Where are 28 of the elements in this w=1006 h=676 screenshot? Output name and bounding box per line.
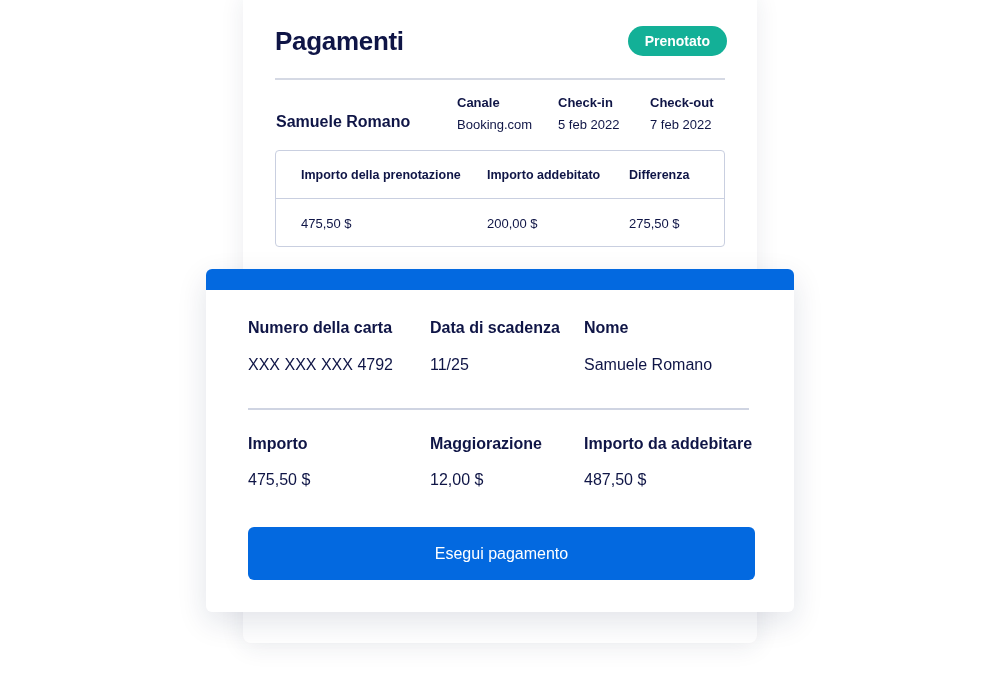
table-cell-text: 475,50 $ (301, 215, 353, 231)
pay-button[interactable]: Esegui pagamento (248, 527, 755, 580)
page-title: Pagamenti (275, 26, 404, 56)
field-value: 475,50 $ (248, 470, 312, 490)
table-cell-text: 200,00 $ (487, 215, 539, 231)
field-label: Data di scadenza (430, 318, 561, 338)
field-label: Maggiorazione (430, 434, 543, 454)
field-value: 487,50 $ (584, 470, 648, 490)
field-label: Numero della carta (248, 318, 394, 338)
table-header-cell-text: Importo addebitato (487, 167, 602, 182)
detail-value: 5 feb 2022 (558, 116, 621, 134)
table-cell-text: 275,50 $ (629, 215, 681, 231)
status-badge: Prenotato (627, 26, 727, 56)
detail-label: Check-out (650, 94, 715, 112)
field-value: Samuele Romano (584, 355, 714, 375)
detail-label: Check-in (558, 94, 614, 112)
field-label: Nome (584, 318, 630, 338)
table-header-cell-text: Differenza (629, 167, 691, 182)
field-label: Importo da addebitare (584, 434, 754, 454)
field-value: 12,00 $ (430, 470, 485, 490)
detail-value: 7 feb 2022 (650, 116, 713, 134)
field-value: 11/25 (430, 355, 470, 375)
detail-label: Canale (457, 94, 501, 112)
guest-name: Samuele Romano (276, 112, 412, 131)
field-value: XXX XXX XXX 4792 (248, 355, 394, 375)
detail-value: Booking.com (457, 116, 534, 134)
field-label: Importo (248, 434, 309, 454)
table-header-cell-text: Importo della prenotazione (301, 167, 462, 182)
